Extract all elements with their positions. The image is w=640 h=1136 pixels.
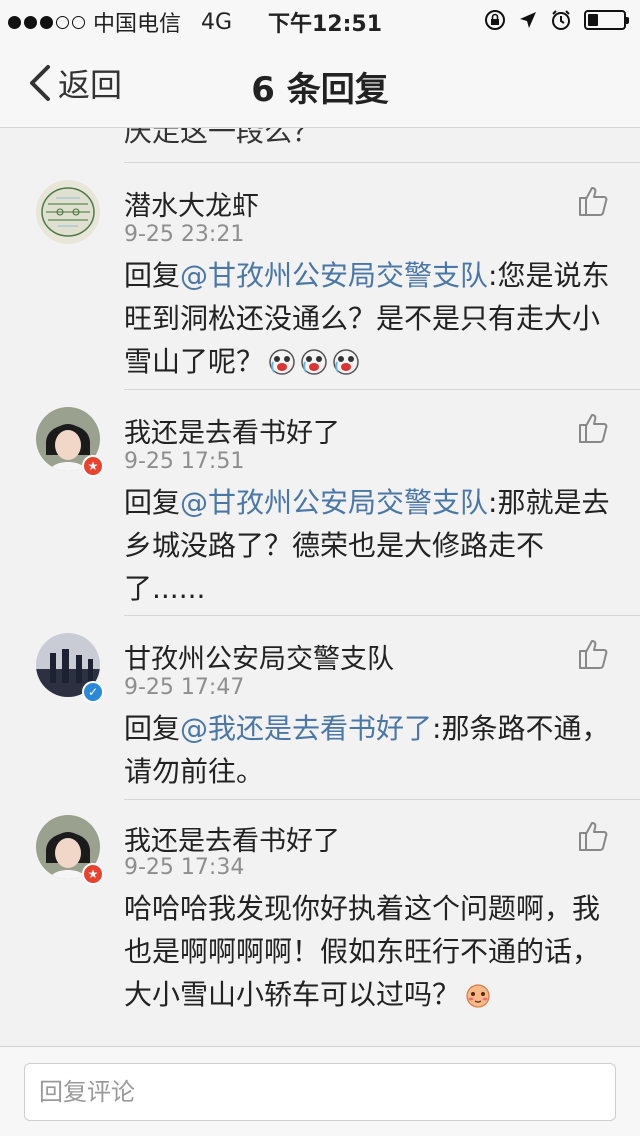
comment-time: 9-25 23:21 xyxy=(124,222,245,247)
divider xyxy=(124,615,640,616)
status-time: 下午12:51 xyxy=(268,12,383,37)
comment-body: 哈哈哈我发现你好执着这个问题啊，我也是啊啊啊啊！假如东旺行不通的话，大小雪山小轿… xyxy=(124,887,614,1016)
laughing-tears-emoji xyxy=(264,345,360,378)
comment-author[interactable]: 甘孜州公安局交警支队 xyxy=(124,637,394,676)
comment-body: 回复@我还是去看书好了:那条路不通，请勿前往。 xyxy=(124,707,614,793)
alarm-clock-icon xyxy=(552,10,570,30)
verified-badge-icon: ★ xyxy=(82,863,104,885)
mention-link[interactable]: @甘孜州公安局交警支队 xyxy=(180,259,488,292)
status-bar: 中国电信 4G 下午12:51 xyxy=(0,0,640,40)
network-type-label: 4G xyxy=(201,9,233,35)
verified-badge-icon: ★ xyxy=(82,455,104,477)
comment-body: 回复@甘孜州公安局交警支队:您是说东旺到洞松还没通么？是不是只有走大小雪山了呢？ xyxy=(124,254,614,383)
avatar[interactable] xyxy=(36,180,100,244)
reply-prefix: 回复 xyxy=(124,259,181,292)
mention-link[interactable]: @我还是去看书好了 xyxy=(180,712,432,745)
divider xyxy=(124,799,640,800)
carrier-label: 中国电信 xyxy=(93,12,182,37)
thumbs-up-icon[interactable] xyxy=(576,819,610,853)
comment-time: 9-25 17:34 xyxy=(124,855,245,880)
reply-prefix: 回复 xyxy=(124,486,181,519)
reply-list[interactable]: 庆走这一段么？ 潜水大龙虾 9-25 23:21 回复@甘孜州公安局交警支队:您… xyxy=(0,128,640,1046)
comment-author[interactable]: 我还是去看书好了 xyxy=(124,819,340,858)
blush-emoji xyxy=(460,978,492,1011)
comment-body: 回复@甘孜州公安局交警支队:那就是去乡城没路了？德荣也是大修路走不了...... xyxy=(124,481,614,610)
signal-strength-icon xyxy=(8,15,85,29)
battery-icon xyxy=(584,10,629,30)
divider xyxy=(124,162,640,163)
comment-author[interactable]: 潜水大龙虾 xyxy=(124,184,259,223)
orientation-lock-icon xyxy=(485,10,505,30)
divider xyxy=(124,389,640,390)
reply-bar xyxy=(0,1046,640,1136)
mention-link[interactable]: @甘孜州公安局交警支队 xyxy=(180,486,488,519)
comment-time: 9-25 17:47 xyxy=(124,675,245,700)
navigation-bar: 返回 6 条回复 xyxy=(0,40,640,128)
thumbs-up-icon[interactable] xyxy=(576,411,610,445)
comment-author[interactable]: 我还是去看书好了 xyxy=(124,411,340,450)
comment-text: 哈哈哈我发现你好执着这个问题啊，我也是啊啊啊啊！假如东旺行不通的话，大小雪山小轿… xyxy=(124,892,601,1011)
thumbs-up-icon[interactable] xyxy=(576,184,610,218)
reply-prefix: 回复 xyxy=(124,712,181,745)
reply-input[interactable] xyxy=(24,1063,616,1121)
partial-comment-text: 庆走这一段么？ xyxy=(124,128,321,148)
comment-time: 9-25 17:51 xyxy=(124,449,245,474)
location-arrow-icon xyxy=(520,12,536,28)
verified-badge-icon: ✓ xyxy=(82,681,104,703)
thumbs-up-icon[interactable] xyxy=(576,637,610,671)
page-title: 6 条回复 xyxy=(251,70,389,110)
